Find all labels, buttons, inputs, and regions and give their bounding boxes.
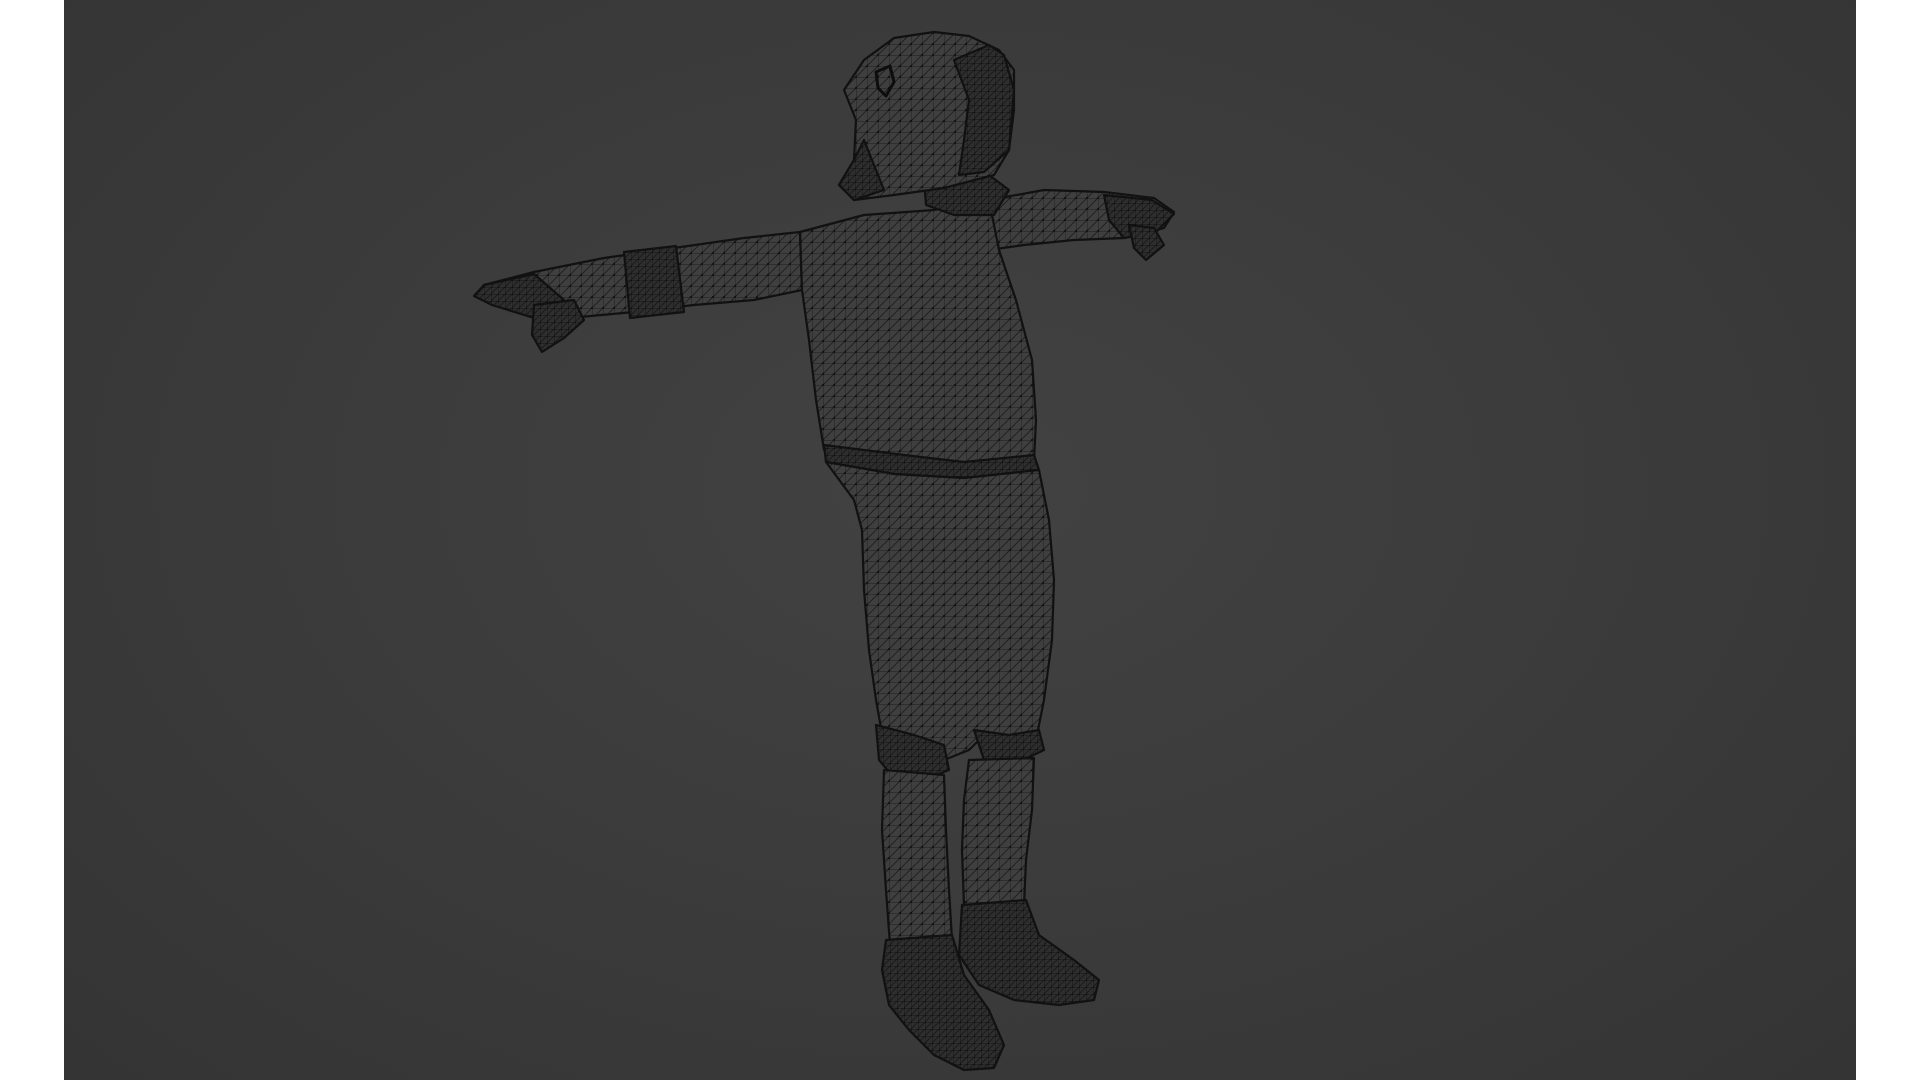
helmet-mesh: [837, 30, 1016, 217]
legs-mesh: [824, 460, 1056, 782]
left-arm-mesh: [472, 230, 804, 354]
right-arm-mesh: [987, 188, 1176, 262]
page: [0, 0, 1920, 1080]
character-wireframe-model[interactable]: [64, 0, 1856, 1080]
3d-viewport[interactable]: [64, 0, 1856, 1080]
